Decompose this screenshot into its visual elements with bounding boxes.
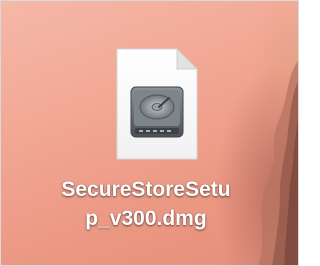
dmg-file-item[interactable]: SecureStoreSetu p_v300.dmg xyxy=(57,41,235,241)
file-name-label: SecureStoreSetu p_v300.dmg xyxy=(57,175,235,233)
desktop: SecureStoreSetu p_v300.dmg xyxy=(0,0,299,266)
file-name-line-2: p_v300.dmg xyxy=(85,207,207,230)
file-name-line-1: SecureStoreSetu xyxy=(61,178,231,201)
disk-image-icon xyxy=(116,47,199,160)
wallpaper-rock xyxy=(258,61,298,265)
